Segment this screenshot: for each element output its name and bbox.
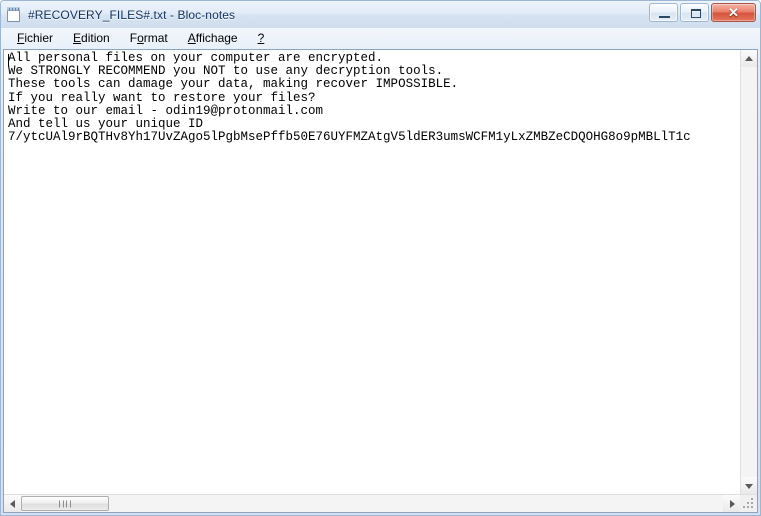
horizontal-scrollbar[interactable] [4, 494, 757, 512]
window-title: #RECOVERY_FILES#.txt - Bloc-notes [28, 7, 236, 22]
menu-item-format[interactable]: Format [121, 29, 177, 48]
scroll-left-arrow-icon [9, 499, 15, 508]
scroll-down-button[interactable] [741, 477, 757, 494]
window-controls: ✕ [649, 3, 756, 22]
notepad-window: #RECOVERY_FILES#.txt - Bloc-notes ✕ Fich… [0, 0, 761, 516]
resize-grip-icon [743, 498, 755, 510]
minimize-icon [659, 16, 670, 18]
menu-item-edition[interactable]: Edition [64, 29, 119, 48]
scroll-right-button[interactable] [723, 495, 740, 512]
horizontal-scroll-thumb[interactable] [21, 496, 109, 511]
vertical-scrollbar[interactable] [740, 50, 757, 494]
client-area: All personal files on your computer are … [3, 49, 758, 513]
maximize-icon [691, 9, 701, 18]
resize-grip[interactable] [740, 495, 757, 512]
close-icon: ✕ [728, 5, 739, 20]
minimize-button[interactable] [649, 3, 678, 22]
menu-bar: Fichier Edition Format Affichage ? [1, 28, 760, 49]
close-button[interactable]: ✕ [711, 3, 756, 22]
text-row: All personal files on your computer are … [4, 50, 757, 494]
scroll-thumb-grip-icon [59, 500, 71, 507]
scroll-left-button[interactable] [4, 495, 21, 512]
menu-item-help[interactable]: ? [249, 29, 274, 48]
scroll-right-arrow-icon [729, 499, 735, 508]
notepad-icon[interactable] [6, 7, 22, 23]
scroll-up-button[interactable] [741, 50, 757, 67]
scroll-down-arrow-icon [745, 483, 753, 489]
title-bar[interactable]: #RECOVERY_FILES#.txt - Bloc-notes ✕ [1, 1, 760, 28]
menu-item-fichier[interactable]: Fichier [8, 29, 62, 48]
document-text: All personal files on your computer are … [8, 51, 691, 145]
scroll-up-arrow-icon [745, 55, 753, 61]
text-editor[interactable]: All personal files on your computer are … [4, 50, 740, 494]
maximize-button[interactable] [680, 3, 709, 22]
vertical-scroll-track[interactable] [741, 67, 757, 477]
text-caret [8, 54, 9, 66]
menu-item-affichage[interactable]: Affichage [179, 29, 247, 48]
horizontal-scroll-track[interactable] [21, 495, 723, 512]
